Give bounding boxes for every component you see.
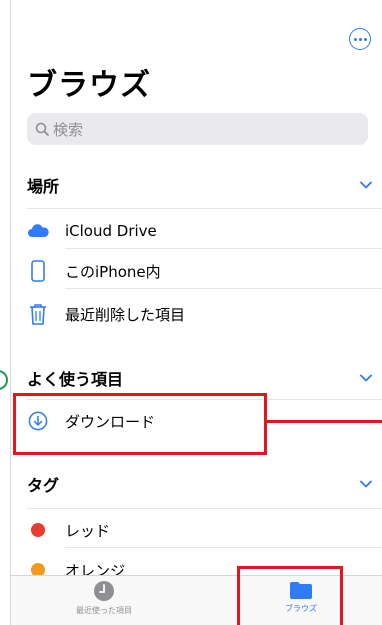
chevron-down-icon[interactable] xyxy=(360,374,372,382)
page-title: ブラウズ xyxy=(27,68,151,103)
files-browse-screen: ブラウズ 検索 場所 iCloud Drive このiPhone内 最近削除した… xyxy=(10,0,382,625)
trash-icon xyxy=(27,303,49,325)
tag-item-red[interactable]: レッド xyxy=(27,515,372,545)
iphone-icon xyxy=(27,260,49,282)
sidebar-item-label: このiPhone内 xyxy=(65,262,161,281)
side-annotation-marker xyxy=(0,370,8,390)
divider xyxy=(27,208,382,209)
divider xyxy=(65,248,382,249)
section-header-tags[interactable]: タグ xyxy=(27,470,372,498)
sidebar-item-icloud-drive[interactable]: iCloud Drive xyxy=(27,216,372,246)
sidebar-item-label: 最近削除した項目 xyxy=(65,305,186,324)
downloads-highlight-box xyxy=(13,393,267,455)
browse-tab-highlight-box xyxy=(237,566,343,625)
icloud-icon xyxy=(27,220,49,242)
sidebar-item-label: iCloud Drive xyxy=(65,222,157,240)
search-icon xyxy=(35,122,49,136)
divider xyxy=(27,508,382,509)
tab-recents[interactable]: 最近使った項目 xyxy=(59,580,149,624)
section-title-tags: タグ xyxy=(27,476,60,495)
section-title-favorites: よく使う項目 xyxy=(27,370,124,389)
divider xyxy=(65,547,382,548)
section-title-locations: 場所 xyxy=(27,177,60,196)
sidebar-item-on-my-iphone[interactable]: このiPhone内 xyxy=(27,256,372,286)
red-tag-icon xyxy=(27,519,49,541)
tab-label: 最近使った項目 xyxy=(76,606,132,615)
section-header-favorites[interactable]: よく使う項目 xyxy=(27,364,372,392)
clock-icon xyxy=(94,581,114,601)
divider xyxy=(65,288,382,289)
tag-label: レッド xyxy=(65,521,111,540)
search-input[interactable]: 検索 xyxy=(27,113,368,145)
section-header-locations[interactable]: 場所 xyxy=(27,171,372,199)
chevron-down-icon[interactable] xyxy=(360,181,372,189)
sidebar-item-recently-deleted[interactable]: 最近削除した項目 xyxy=(27,299,372,329)
search-placeholder: 検索 xyxy=(53,120,84,139)
callout-leader-line xyxy=(267,420,382,423)
chevron-down-icon[interactable] xyxy=(360,480,372,488)
ellipsis-circle-icon[interactable] xyxy=(349,28,371,50)
